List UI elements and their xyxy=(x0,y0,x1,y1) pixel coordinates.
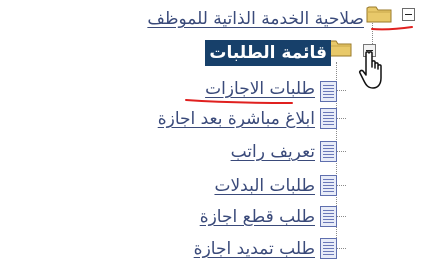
tree-connector xyxy=(336,248,346,249)
tree-item-return-after-leave[interactable]: ابلاغ مباشرة بعد اجازة xyxy=(158,108,315,130)
tree-connector xyxy=(336,118,346,119)
tree-selected-node[interactable]: قائمة الطلبات xyxy=(205,40,331,66)
tree-connector xyxy=(336,90,346,91)
root-collapse-toggle[interactable] xyxy=(402,8,415,21)
tree-connector xyxy=(336,151,346,152)
document-icon xyxy=(320,175,337,196)
tree-item-leave-requests[interactable]: طلبات الاجازات xyxy=(205,78,315,100)
tree-connector xyxy=(336,216,346,217)
document-icon xyxy=(320,141,337,162)
selected-collapse-toggle[interactable] xyxy=(363,44,376,57)
tree-item-allowance-requests[interactable]: طلبات البدلات xyxy=(214,175,315,197)
document-icon xyxy=(320,108,337,129)
tree-item-cut-leave[interactable]: طلب قطع اجازة xyxy=(200,206,315,228)
document-icon xyxy=(320,238,337,259)
tree-item-extend-leave[interactable]: طلب تمديد اجازة xyxy=(194,238,315,260)
tree-connector xyxy=(336,185,346,186)
self-service-tree: صلاحية الخدمة الذاتية للموظف قائمة الطلب… xyxy=(0,0,444,260)
tree-root-label[interactable]: صلاحية الخدمة الذاتية للموظف xyxy=(147,8,364,30)
folder-icon xyxy=(366,6,392,23)
document-icon xyxy=(320,206,337,227)
tree-item-salary-certificate[interactable]: تعريف راتب xyxy=(231,141,315,163)
document-icon xyxy=(320,81,337,102)
